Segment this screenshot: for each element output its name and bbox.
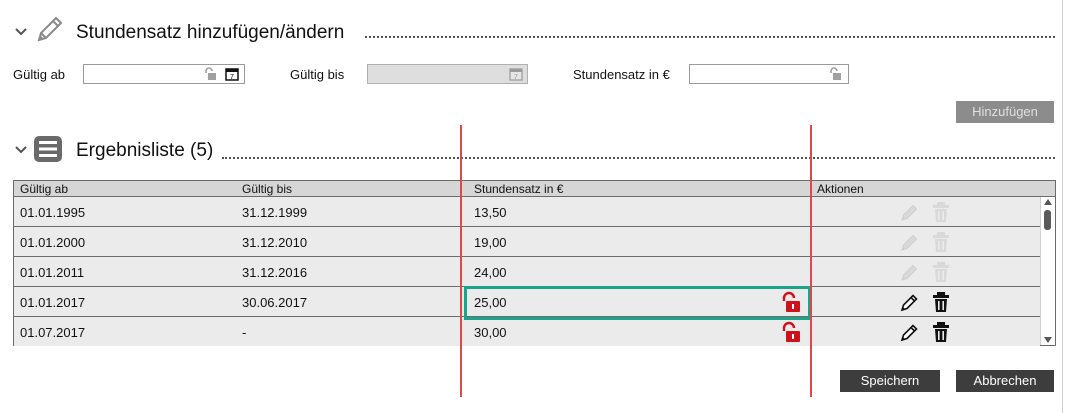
cell-rate: 13,50 [474,205,507,220]
valid-to-field: 7 [367,64,528,84]
annotation-line [810,125,812,397]
collapse-chevron-icon[interactable] [14,145,28,155]
edit-icon [901,234,918,251]
table-row[interactable]: 01.01.2011 31.12.2016 24,00 [14,257,1040,287]
valid-from-field[interactable]: 7 [83,64,245,84]
column-header-valid-to[interactable]: Gültig bis [242,182,292,196]
calendar-icon: 7 [509,68,523,81]
add-section-title: Stundensatz hinzufügen/ändern [76,22,345,43]
delete-icon [933,232,949,252]
rate-field[interactable] [689,64,849,84]
cell-valid-from: 01.01.2017 [20,295,86,310]
cell-valid-to: - [242,325,247,340]
cell-valid-from: 01.01.2000 [20,235,86,250]
valid-to-label: Gültig bis [290,67,345,82]
svg-text:7: 7 [514,74,518,81]
collapse-chevron-icon[interactable] [14,27,28,37]
delete-icon[interactable] [931,321,951,343]
rate-label: Stundensatz in € [573,67,670,82]
cell-valid-to: 30.06.2017 [242,295,308,310]
edit-icon[interactable] [899,291,919,313]
column-header-rate[interactable]: Stundensatz in € [474,182,563,196]
edit-icon [901,204,918,221]
cell-valid-from: 01.07.2017 [20,325,86,340]
cell-valid-to: 31.12.1999 [242,205,308,220]
annotation-line [460,125,462,397]
table-row[interactable]: 01.07.2017 - 30,00 [14,317,1040,346]
list-icon [34,136,62,162]
edit-icon[interactable] [899,321,919,343]
results-title: Ergebnisliste (5) [76,140,214,161]
column-header-actions: Aktionen [817,182,864,196]
table-header: Gültig ab Gültig bis Stundensatz in € Ak… [14,181,1055,197]
scroll-thumb[interactable] [1044,210,1051,230]
scroll-down-arrow-icon[interactable] [1044,337,1052,343]
results-table: Gültig ab Gültig bis Stundensatz in € Ak… [13,180,1056,346]
window-border [1062,0,1063,413]
cell-valid-to: 31.12.2016 [242,265,308,280]
cell-highlight [464,286,811,320]
cell-valid-from: 01.01.2011 [20,265,85,280]
cell-rate[interactable]: 30,00 [474,325,507,340]
add-button[interactable]: Hinzufügen [956,101,1054,123]
delete-icon [933,202,949,222]
scroll-up-arrow-icon[interactable] [1044,199,1052,205]
column-header-valid-from[interactable]: Gültig ab [20,182,68,196]
calendar-icon[interactable]: 7 [225,67,239,81]
table-row[interactable]: 01.01.1995 31.12.1999 13,50 [14,197,1040,227]
delete-icon [933,262,949,282]
unlock-icon[interactable] [780,321,804,343]
section-divider [365,36,1055,38]
save-button[interactable]: Speichern [840,370,940,392]
cell-valid-from: 01.01.1995 [20,205,86,220]
cancel-button[interactable]: Abbrechen [956,370,1054,392]
valid-from-label: Gültig ab [13,67,66,82]
section-divider [222,157,1055,159]
lock-open-icon[interactable] [203,67,217,81]
table-row[interactable]: 01.01.2000 31.12.2010 19,00 [14,227,1040,257]
cell-rate: 19,00 [474,235,507,250]
pencil-icon [37,16,63,42]
svg-text:7: 7 [230,74,234,81]
cell-rate: 24,00 [474,265,507,280]
table-scrollbar[interactable] [1040,197,1055,345]
edit-icon [901,264,918,281]
lock-open-icon[interactable] [828,67,842,81]
cell-valid-to: 31.12.2010 [242,235,308,250]
delete-icon[interactable] [931,291,951,313]
